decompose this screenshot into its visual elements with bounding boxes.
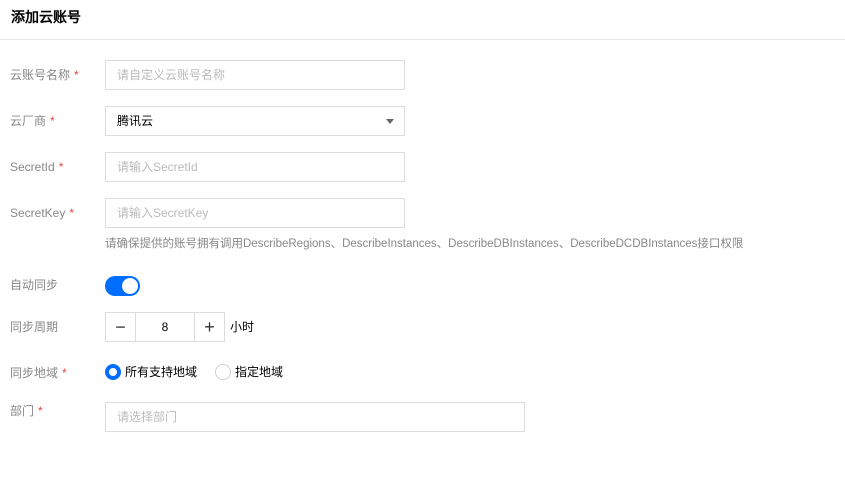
secret-key-hint: 请确保提供的账号拥有调用DescribeRegions、DescribeInst…: [105, 238, 744, 250]
required-mark: *: [74, 68, 79, 82]
secret-id-label: SecretId *: [10, 160, 64, 174]
secret-key-input[interactable]: 请输入SecretKey: [105, 198, 405, 228]
account-name-input[interactable]: 请自定义云账号名称: [105, 60, 405, 90]
sync-period-unit: 小时: [230, 320, 255, 334]
cloud-vendor-select[interactable]: 腾讯云: [105, 106, 405, 136]
radio-specified-regions[interactable]: [215, 364, 231, 380]
account-name-label: 云账号名称 *: [10, 68, 79, 82]
sync-period-stepper: − 8 +: [105, 312, 225, 342]
required-mark: *: [62, 366, 67, 380]
auto-sync-toggle[interactable]: [105, 276, 140, 296]
cloud-vendor-value: 腾讯云: [117, 114, 154, 128]
chevron-down-icon: [386, 119, 394, 124]
required-mark: *: [58, 160, 64, 174]
radio-all-regions[interactable]: [105, 364, 121, 380]
sync-period-value[interactable]: 8: [136, 313, 194, 341]
required-mark: *: [38, 404, 43, 418]
required-mark: *: [50, 114, 55, 128]
decrement-button[interactable]: −: [106, 313, 136, 341]
sync-region-label: 同步地域 *: [10, 366, 67, 380]
radio-all-regions-label[interactable]: 所有支持地域: [125, 364, 197, 380]
cloud-vendor-label: 云厂商 *: [10, 114, 55, 128]
header: 添加云账号: [0, 0, 845, 40]
department-label: 部门 *: [10, 404, 43, 418]
secret-key-label: SecretKey *: [10, 206, 75, 220]
sync-period-label: 同步周期: [10, 320, 59, 334]
required-mark: *: [69, 206, 75, 220]
radio-specified-regions-label[interactable]: 指定地域: [235, 364, 283, 380]
page-title: 添加云账号: [11, 9, 81, 25]
toggle-knob: [122, 278, 138, 294]
increment-button[interactable]: +: [194, 313, 224, 341]
department-select[interactable]: 请选择部门: [105, 402, 525, 432]
auto-sync-label: 自动同步: [10, 278, 59, 292]
secret-id-input[interactable]: 请输入SecretId: [105, 152, 405, 182]
